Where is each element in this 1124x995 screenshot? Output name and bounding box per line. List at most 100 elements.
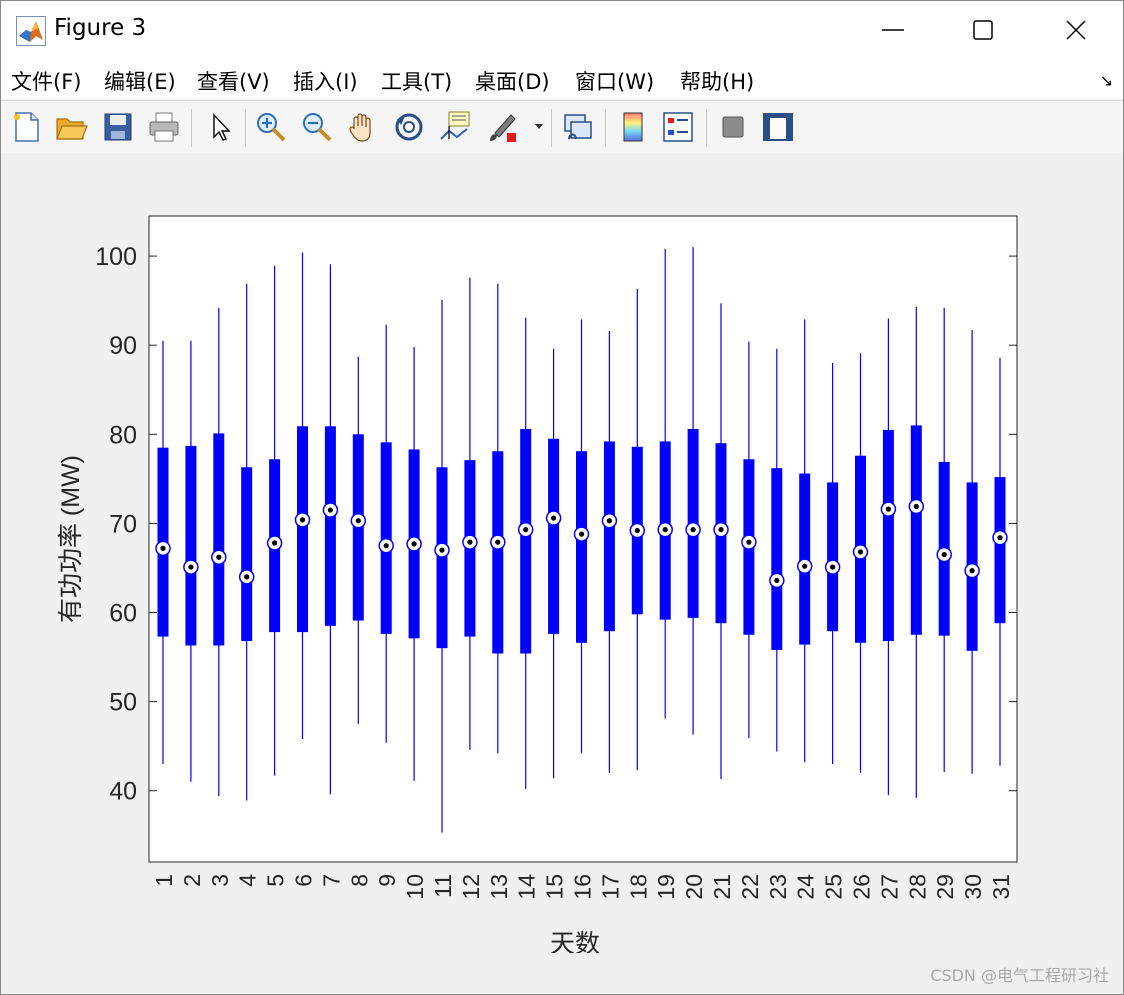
zoom-out-icon[interactable] [299, 109, 335, 145]
title-bar: Figure 3 [1, 1, 1123, 59]
box [492, 451, 504, 654]
median-dot [662, 527, 668, 533]
link-plot-icon[interactable] [560, 109, 596, 145]
hide-plot-tools-icon[interactable] [715, 109, 751, 145]
open-file-icon[interactable] [53, 109, 89, 145]
median-dot [439, 547, 445, 553]
window-title: Figure 3 [54, 15, 147, 41]
x-tick-label: 28 [904, 874, 930, 900]
pointer-icon[interactable] [203, 109, 239, 145]
chevron-down-icon[interactable] [534, 121, 544, 131]
x-tick-label: 23 [765, 874, 791, 900]
median-dot [830, 564, 836, 570]
median-dot [244, 574, 250, 580]
x-tick-label: 4 [235, 874, 261, 887]
close-icon [1066, 20, 1086, 40]
median-dot [690, 527, 696, 533]
menu-desktop[interactable]: 桌面(D) [475, 66, 550, 96]
toolbar-separator [605, 109, 606, 147]
menu-help[interactable]: 帮助(H) [680, 66, 754, 96]
legend-icon[interactable] [660, 109, 696, 145]
new-figure-icon[interactable] [9, 109, 45, 145]
brush-icon[interactable] [485, 109, 521, 145]
y-tick-label: 60 [109, 600, 137, 628]
show-plot-tools-icon[interactable] [760, 109, 796, 145]
x-tick-label: 31 [988, 874, 1014, 900]
close-button[interactable] [1029, 1, 1123, 59]
median-dot [383, 543, 389, 549]
x-tick-label: 13 [486, 874, 512, 900]
box [910, 425, 922, 635]
median-dot [578, 531, 585, 537]
menu-tools[interactable]: 工具(T) [381, 66, 452, 96]
y-tick-label: 40 [109, 778, 137, 806]
menu-edit[interactable]: 编辑(E) [104, 66, 176, 96]
x-tick-label: 18 [625, 874, 651, 900]
x-tick-label: 30 [960, 874, 986, 900]
median-dot [885, 506, 892, 512]
median-dot [634, 527, 640, 534]
matlab-logo-icon [16, 16, 46, 46]
y-tick-label: 50 [109, 689, 137, 717]
box [771, 468, 783, 650]
x-axis: 1 2 3 4 5 6 7 8 9 10 11 12 13 14 15 16 17 18 19 20 21 22 23 24 2… [151, 874, 1014, 900]
rotate-3d-icon[interactable] [391, 109, 427, 145]
x-tick-label: 12 [458, 874, 484, 900]
x-tick-label: 24 [793, 874, 819, 900]
boxplot-chart[interactable]: 405060708090100 1 2 3 4 5 6 7 8 9 10 11 12 13 14 15 16 1… [1, 153, 1123, 958]
box [324, 426, 336, 626]
watermark: CSDN @电气工程研习社 [930, 966, 1109, 985]
data-cursor-icon[interactable] [437, 109, 473, 145]
x-tick-label: 9 [374, 874, 400, 887]
box [827, 482, 839, 632]
box [603, 441, 615, 632]
box [576, 451, 587, 643]
x-tick-label: 27 [876, 874, 902, 900]
menu-window[interactable]: 窗口(W) [575, 66, 654, 96]
median-dot [997, 535, 1003, 541]
pan-hand-icon[interactable] [345, 109, 381, 145]
median-dot [495, 539, 501, 545]
box [185, 445, 197, 646]
maximize-button[interactable] [936, 1, 1030, 59]
x-tick-label: 11 [430, 874, 456, 898]
figure-toolbar [1, 100, 1123, 154]
colorbar-icon[interactable] [615, 109, 651, 145]
median-dot [299, 517, 306, 523]
box [297, 426, 308, 633]
zoom-in-icon[interactable] [253, 109, 289, 145]
maximize-icon [973, 20, 993, 40]
save-icon[interactable] [100, 109, 136, 145]
x-tick-label: 25 [821, 874, 847, 900]
figure-canvas: 40 50 60 70 80 90 100 1 2 3 4 5 6 7 8 9 10 11 12 13 14 15 16 1… [1, 153, 1123, 994]
menu-view[interactable]: 查看(V) [197, 66, 270, 96]
toolbar-separator [191, 109, 192, 147]
minimize-icon [882, 29, 904, 31]
median-dot [913, 503, 919, 510]
x-tick-label: 17 [597, 874, 623, 900]
y-tick-label: 100 [95, 243, 137, 271]
median-dot [718, 527, 724, 533]
x-tick-label: 15 [542, 874, 568, 900]
x-tick-label: 10 [402, 874, 428, 900]
x-tick-label: 20 [681, 874, 707, 900]
x-tick-label: 21 [709, 874, 735, 900]
dock-arrow-icon[interactable]: ↘ [1100, 71, 1113, 90]
box [882, 429, 894, 642]
median-dot [523, 527, 529, 533]
print-icon[interactable] [146, 109, 182, 145]
median-dot [355, 518, 361, 524]
menu-file[interactable]: 文件(F) [11, 66, 81, 96]
x-tick-label: 7 [318, 874, 344, 887]
median-dot [969, 568, 975, 574]
menu-insert[interactable]: 插入(I) [293, 66, 358, 96]
x-tick-label: 16 [570, 874, 596, 900]
minimize-button[interactable] [846, 1, 940, 59]
x-tick-label: 5 [263, 874, 289, 887]
box [520, 428, 532, 654]
median-dot [467, 539, 473, 545]
y-tick-label: 70 [109, 510, 137, 538]
y-tick-label: 80 [109, 421, 137, 449]
median-dot [188, 564, 194, 570]
median-dot [857, 549, 864, 555]
